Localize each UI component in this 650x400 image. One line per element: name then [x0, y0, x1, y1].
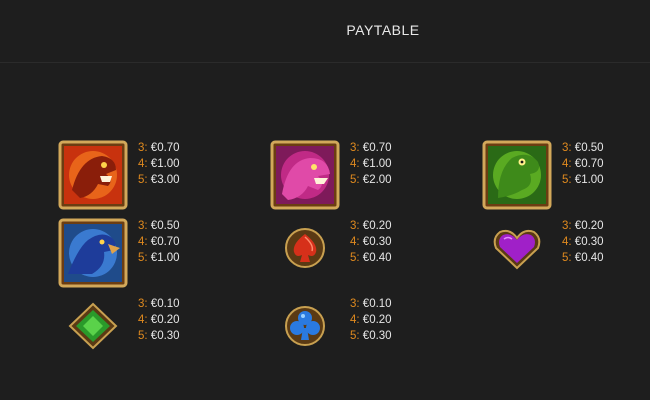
red-dino-icon — [58, 140, 128, 210]
pay-row: 4: €1.00 — [138, 158, 180, 170]
pay-row: 5: €0.40 — [562, 252, 604, 264]
pay-row: 4: €0.30 — [350, 236, 392, 248]
pay-row: 4: €0.20 — [350, 314, 392, 326]
page-title: PAYTABLE — [346, 22, 420, 38]
paytable-entry-red-dino: 3: €0.70 4: €1.00 5: €3.00 — [58, 140, 258, 210]
pay-row: 4: €0.20 — [138, 314, 180, 326]
pay-values: 3: €0.10 4: €0.20 5: €0.30 — [350, 296, 392, 344]
pay-row: 5: €0.40 — [350, 252, 392, 264]
pay-row: 4: €0.70 — [138, 236, 180, 248]
pay-values: 3: €0.20 4: €0.30 5: €0.40 — [350, 218, 392, 266]
paytable-entry-heart: 3: €0.20 4: €0.30 5: €0.40 — [482, 218, 650, 288]
pay-values: 3: €0.70 4: €1.00 5: €2.00 — [350, 140, 392, 188]
pay-row: 4: €0.30 — [562, 236, 604, 248]
paytable-entry-green-dino: 3: €0.50 4: €0.70 5: €1.00 — [482, 140, 650, 210]
pay-row: 5: €3.00 — [138, 174, 180, 186]
pay-row: 5: €1.00 — [138, 252, 180, 264]
paytable-entry-diamond: 3: €0.10 4: €0.20 5: €0.30 — [58, 296, 258, 366]
paytable-entry-club: 3: €0.10 4: €0.20 5: €0.30 — [270, 296, 470, 366]
pay-row: 3: €0.50 — [138, 220, 180, 232]
paytable-entry-spade: 3: €0.20 4: €0.30 5: €0.40 — [270, 218, 470, 288]
pay-row: 4: €0.70 — [562, 158, 604, 170]
header: PAYTABLE — [0, 0, 650, 63]
diamond-icon — [58, 296, 128, 366]
pay-values: 3: €0.20 4: €0.30 5: €0.40 — [562, 218, 604, 266]
pay-row: 3: €0.70 — [350, 142, 392, 154]
pay-row: 5: €0.30 — [350, 330, 392, 342]
pay-row: 5: €1.00 — [562, 174, 604, 186]
pay-row: 4: €1.00 — [350, 158, 392, 170]
paytable-entry-pink-dino: 3: €0.70 4: €1.00 5: €2.00 — [270, 140, 470, 210]
green-dino-icon — [482, 140, 552, 210]
pay-values: 3: €0.50 4: €0.70 5: €1.00 — [562, 140, 604, 188]
pay-values: 3: €0.50 4: €0.70 5: €1.00 — [138, 218, 180, 266]
pay-values: 3: €0.70 4: €1.00 5: €3.00 — [138, 140, 180, 188]
heart-icon — [482, 218, 552, 288]
pay-values: 3: €0.10 4: €0.20 5: €0.30 — [138, 296, 180, 344]
pay-row: 5: €2.00 — [350, 174, 392, 186]
pay-row: 3: €0.20 — [350, 220, 392, 232]
pay-row: 5: €0.30 — [138, 330, 180, 342]
pay-row: 3: €0.20 — [562, 220, 604, 232]
pay-row: 3: €0.10 — [138, 298, 180, 310]
paytable-entry-blue-dino: 3: €0.50 4: €0.70 5: €1.00 — [58, 218, 258, 288]
blue-dino-icon — [58, 218, 128, 288]
pay-row: 3: €0.50 — [562, 142, 604, 154]
spade-icon — [270, 218, 340, 288]
club-icon — [270, 296, 340, 366]
pay-row: 3: €0.70 — [138, 142, 180, 154]
pay-row: 3: €0.10 — [350, 298, 392, 310]
pink-dino-icon — [270, 140, 340, 210]
